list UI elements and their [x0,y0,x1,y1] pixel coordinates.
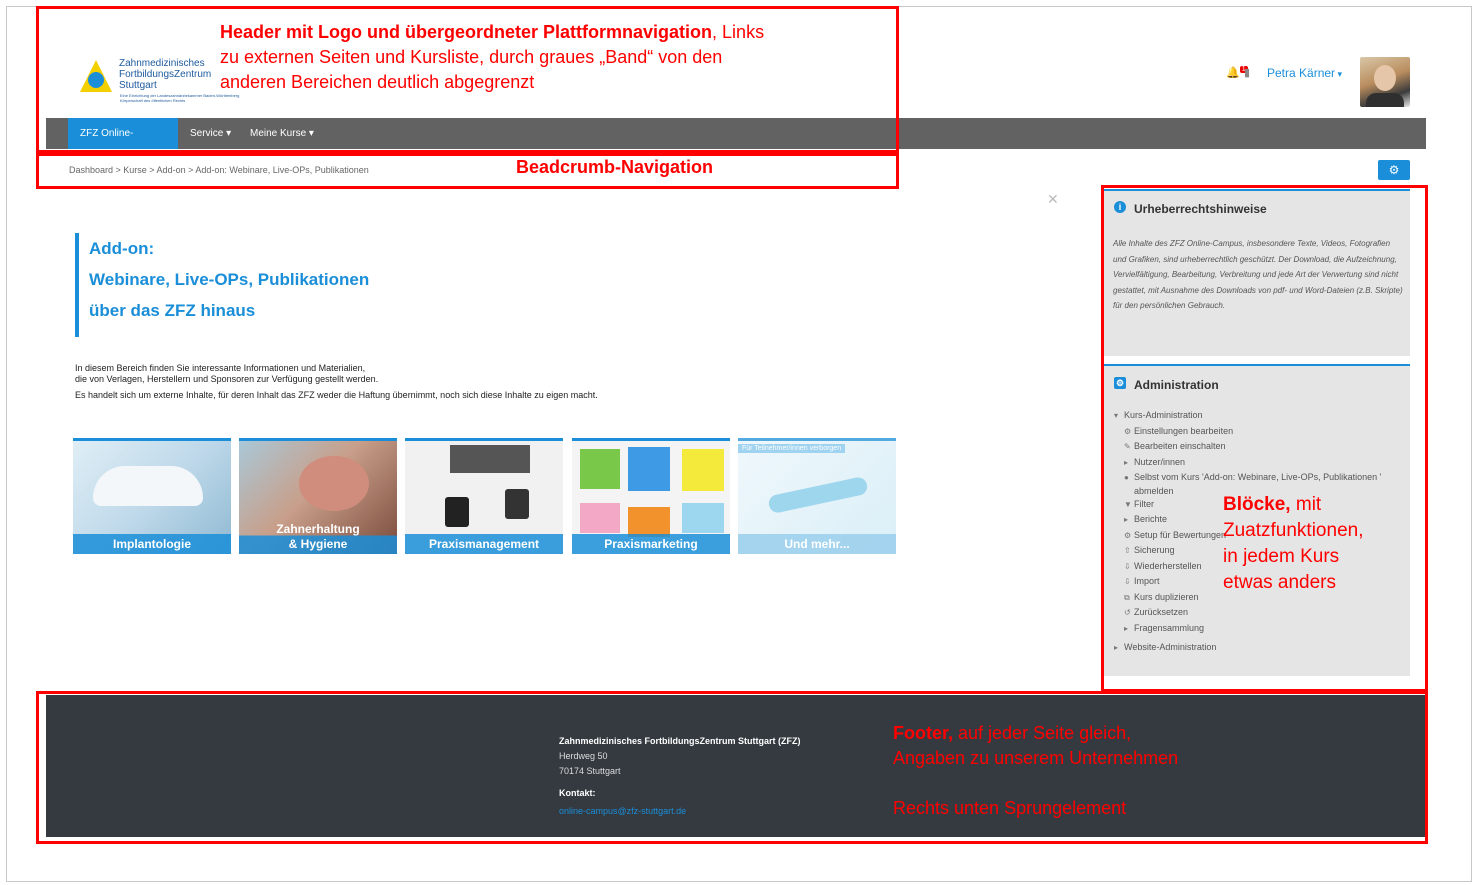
tile-praxismanagement[interactable]: Praxismanagement [405,438,563,554]
annotation-breadcrumb-box [36,153,899,189]
intro-text: In diesem Bereich finden Sie interessant… [75,363,598,400]
close-icon[interactable]: ✕ [1047,191,1059,208]
tile-und-mehr[interactable]: Für Teilnehmer/innen verborgen Und mehr.… [738,438,896,554]
annotation-footer-text: Footer, auf jeder Seite gleich, Angaben … [893,723,1179,818]
user-name: Petra Kärner [1267,66,1336,80]
hidden-badge: Für Teilnehmer/innen verborgen [738,444,846,453]
tile-praxismarketing[interactable]: Praxismarketing [572,438,730,554]
tile-implantologie[interactable]: Implantologie [73,438,231,554]
user-menu[interactable]: Petra Kärner ▾ [1267,66,1342,80]
annotation-footer-box [36,691,1428,844]
avatar[interactable] [1360,57,1410,107]
page-title: Add-on: Webinare, Live-OPs, Publikatione… [75,233,369,337]
gear-icon: ⚙ [1388,163,1400,177]
settings-gear-button[interactable]: ⚙ [1378,160,1410,180]
annotation-blocks-text: Blöcke, mit Zuatzfunktionen, in jedem Ku… [1223,494,1364,593]
annotation-header-text: Header mit Logo und übergeordneter Platt… [220,22,765,92]
annotation-breadcrumb-text: Beadcrumb-Navigation [516,157,714,177]
annotation-blocks-box [1101,185,1428,692]
tile-zahnerhaltung-hygiene[interactable]: Zahnerhaltung & Hygiene [239,438,397,554]
message-icon[interactable]: ▮ [1244,66,1250,79]
